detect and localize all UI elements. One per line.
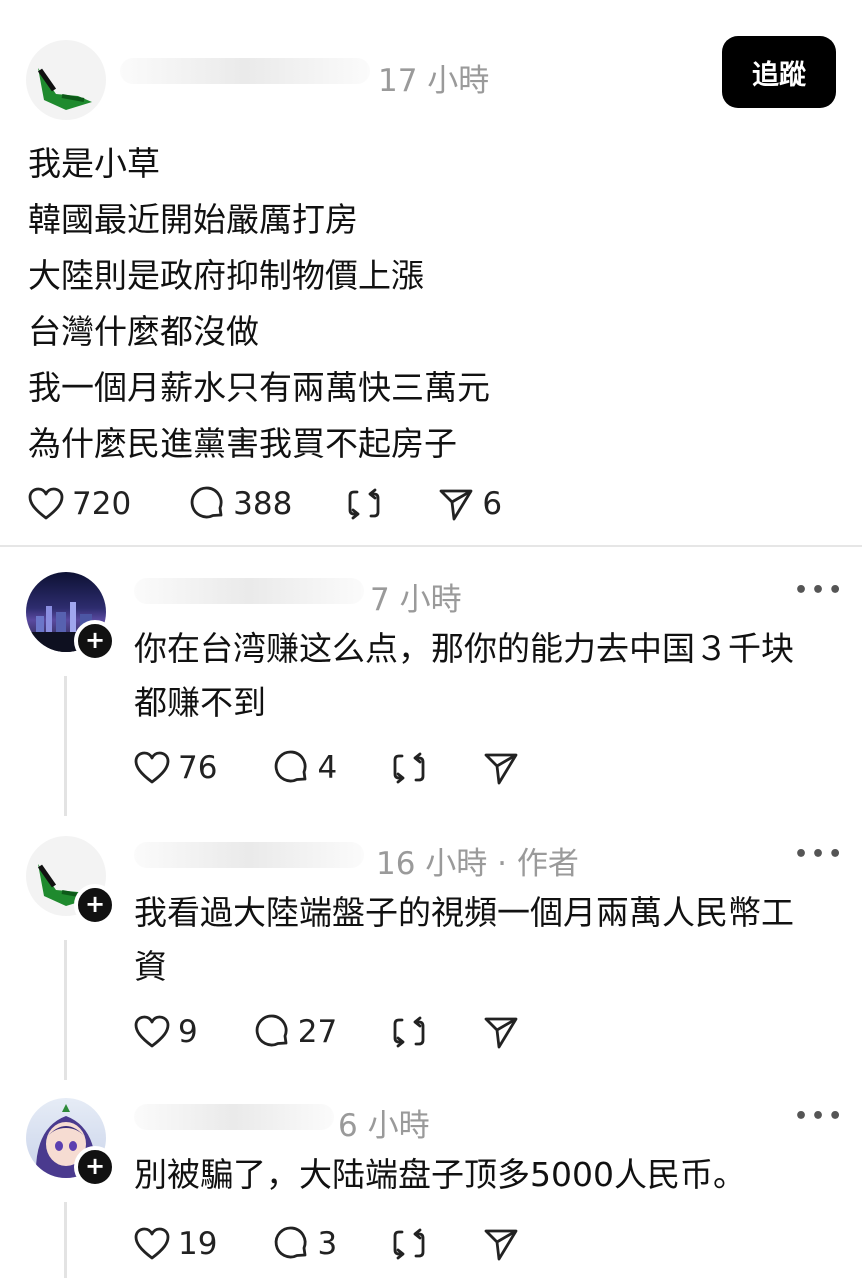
repost-icon xyxy=(393,1228,425,1260)
like-count: 720 xyxy=(72,486,132,522)
share-icon xyxy=(484,1229,518,1261)
post-line: 台灣什麼都沒做 xyxy=(28,312,259,351)
follow-plus-badge[interactable]: + xyxy=(74,1146,116,1188)
more-icon[interactable]: ••• xyxy=(794,842,845,867)
like-count: 19 xyxy=(178,1226,218,1262)
like-button[interactable]: 76 xyxy=(132,748,217,788)
comment-button[interactable]: 3 xyxy=(271,1224,337,1264)
post-body: 我是小草 韓國最近開始嚴厲打房 大陸則是政府抑制物價上漲 台灣什麼都沒做 我一個… xyxy=(28,136,490,472)
share-button[interactable] xyxy=(481,1012,521,1052)
post-timestamp: 17 小時 xyxy=(378,63,490,99)
reply-author-name-blurred[interactable] xyxy=(134,842,364,868)
share-button[interactable]: 6 xyxy=(436,484,502,524)
post-line: 韓國最近開始嚴厲打房 xyxy=(28,200,358,239)
like-button[interactable]: 19 xyxy=(132,1224,217,1264)
follow-plus-badge[interactable]: + xyxy=(74,884,116,926)
plus-icon: + xyxy=(84,1152,106,1180)
comment-icon xyxy=(275,1226,307,1259)
more-icon[interactable]: ••• xyxy=(794,578,845,603)
post-line: 我一個月薪水只有兩萬快三萬元 xyxy=(28,368,490,407)
follow-button[interactable]: 追蹤 xyxy=(722,36,836,108)
repost-icon xyxy=(393,1016,425,1048)
repost-button[interactable] xyxy=(389,748,429,788)
reply-actions: 9 27 xyxy=(132,1012,521,1052)
post-line: 我是小草 xyxy=(28,144,160,183)
share-icon xyxy=(484,1017,518,1049)
reply-author-name-blurred[interactable] xyxy=(134,1104,334,1130)
heart-icon xyxy=(134,1015,170,1048)
reply-text: 你在台湾赚这么点，那你的能力去中国３千块都赚不到 xyxy=(134,629,794,722)
thread-line xyxy=(64,676,67,816)
like-count: 9 xyxy=(178,1014,198,1050)
reply-text: 別被騙了，大陆端盘子顶多5000人民币。 xyxy=(134,1155,746,1194)
repost-icon xyxy=(393,752,425,784)
share-icon xyxy=(439,489,473,521)
repost-button[interactable] xyxy=(344,484,384,524)
repost-button[interactable] xyxy=(389,1224,429,1264)
share-button[interactable] xyxy=(481,1224,521,1264)
comment-icon xyxy=(275,750,307,783)
post-author-avatar[interactable] xyxy=(26,40,106,120)
comment-button[interactable]: 27 xyxy=(252,1012,337,1052)
share-count: 6 xyxy=(482,486,503,522)
plus-icon: + xyxy=(84,626,106,654)
reply-timestamp: 6 小時 xyxy=(338,1108,430,1144)
post-line: 大陸則是政府抑制物價上漲 xyxy=(28,256,424,295)
plus-icon: + xyxy=(84,890,106,918)
comment-count: 3 xyxy=(317,1226,338,1262)
share-button[interactable] xyxy=(481,748,521,788)
post-actions: 720 388 6 xyxy=(26,484,502,524)
comment-count: 388 xyxy=(233,486,293,522)
comment-button[interactable]: 388 xyxy=(187,484,292,524)
reply-actions: 76 4 xyxy=(132,748,521,788)
reply-timestamp: 7 小時 xyxy=(370,582,462,618)
more-icon[interactable]: ••• xyxy=(794,1104,845,1129)
thread-line xyxy=(64,940,67,1080)
repost-button[interactable] xyxy=(389,1012,429,1052)
repost-icon xyxy=(348,488,380,520)
follow-plus-badge[interactable]: + xyxy=(74,620,116,662)
post-divider xyxy=(0,545,862,547)
like-button[interactable]: 9 xyxy=(132,1012,198,1052)
like-count: 76 xyxy=(178,750,218,786)
comment-button[interactable]: 4 xyxy=(271,748,337,788)
comment-count: 4 xyxy=(317,750,338,786)
reply-timestamp: 16 小時 · 作者 xyxy=(376,846,579,882)
like-button[interactable]: 720 xyxy=(26,484,131,524)
comment-count: 27 xyxy=(297,1014,338,1050)
comment-icon xyxy=(190,486,223,519)
heart-icon xyxy=(134,751,170,784)
reply-actions: 19 3 xyxy=(132,1224,521,1264)
comment-icon xyxy=(255,1014,288,1047)
reply-author-name-blurred[interactable] xyxy=(134,578,364,604)
thread-line xyxy=(64,1202,67,1278)
heart-icon xyxy=(28,487,64,520)
share-icon xyxy=(484,753,518,785)
heart-icon xyxy=(134,1227,170,1260)
post-line: 為什麼民進黨害我買不起房子 xyxy=(28,424,457,463)
reply-text: 我看過大陸端盤子的視頻一個月兩萬人民幣工資 xyxy=(134,893,794,986)
post-author-name-blurred[interactable] xyxy=(120,58,370,84)
